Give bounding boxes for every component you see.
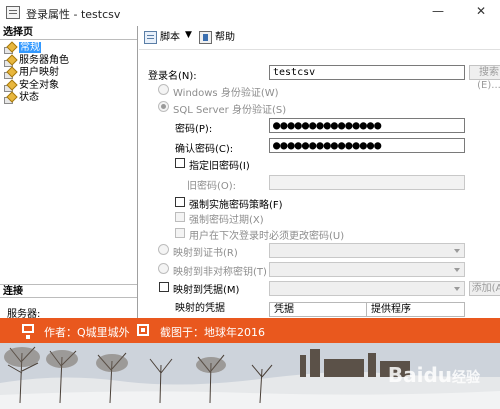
confirm-password-label: 确认密码(C): bbox=[175, 144, 234, 155]
specify-old-password-label: 指定旧密码(I) bbox=[189, 161, 250, 172]
screenshot-icon bbox=[137, 324, 149, 336]
login-name-label: 登录名(N): bbox=[148, 71, 197, 82]
baidu-watermark: Baidu经验 bbox=[388, 363, 480, 387]
certificate-select[interactable] bbox=[269, 243, 465, 258]
nav-item-label: 常规 bbox=[19, 42, 41, 53]
nav-item-server-roles[interactable]: 服务器角色 bbox=[4, 55, 69, 67]
nav-item-label: 服务器角色 bbox=[19, 55, 69, 66]
asymmetric-key-select[interactable] bbox=[269, 262, 465, 277]
nav-item-label: 状态 bbox=[19, 92, 39, 103]
help-label: 帮助 bbox=[215, 32, 235, 43]
map-credential-label: 映射到凭据(M) bbox=[173, 285, 240, 296]
add-button[interactable]: 添加(A) bbox=[469, 281, 500, 296]
window-icon bbox=[6, 6, 20, 19]
confirm-password-field[interactable]: ●●●●●●●●●●●●●●● bbox=[269, 138, 465, 153]
watermark-brand: Baidu bbox=[387, 363, 452, 387]
nav-item-user-mapping[interactable]: 用户映射 bbox=[4, 67, 59, 79]
password-label: 密码(P): bbox=[175, 124, 213, 135]
must-change-label: 用户在下次登录时必须更改密码(U) bbox=[189, 231, 345, 242]
password-field[interactable]: ●●●●●●●●●●●●●●● bbox=[269, 118, 465, 133]
help-button[interactable]: 帮助 bbox=[199, 31, 235, 45]
nav-item-label: 安全对象 bbox=[19, 80, 59, 91]
left-pane: 选择页 常规 服务器角色 用户映射 安全对象 状态 连接 服务器: bbox=[0, 26, 138, 320]
title-bar: 登录属性 - testcsv — ✕ bbox=[0, 0, 500, 26]
page-icon bbox=[4, 56, 15, 67]
sql-auth-label: SQL Server 身份验证(S) bbox=[173, 105, 287, 116]
map-asymmetric-key-radio[interactable] bbox=[158, 263, 169, 274]
connection-header: 连接 bbox=[0, 284, 137, 298]
grid-column-provider[interactable]: 提供程序 bbox=[366, 302, 465, 317]
page-icon bbox=[4, 68, 15, 79]
enforce-expiration-label: 强制密码过期(X) bbox=[189, 215, 264, 226]
nav-item-general[interactable]: 常规 bbox=[4, 42, 41, 54]
nav-item-status[interactable]: 状态 bbox=[4, 92, 39, 104]
specify-old-password-checkbox[interactable] bbox=[175, 158, 185, 168]
enforce-policy-label: 强制实施密码策略(F) bbox=[189, 200, 283, 211]
map-certificate-radio[interactable] bbox=[158, 244, 169, 255]
author-text: 作者：Q城里城外 bbox=[44, 326, 130, 339]
enforce-expiration-checkbox[interactable] bbox=[175, 212, 185, 222]
search-button[interactable]: 搜索(E)... bbox=[469, 65, 500, 91]
help-icon bbox=[199, 31, 212, 44]
enforce-policy-checkbox[interactable] bbox=[175, 197, 185, 207]
screenshot-text: 截图于：地球年2016 bbox=[160, 326, 265, 339]
old-password-field[interactable] bbox=[269, 175, 465, 190]
script-icon bbox=[144, 31, 157, 44]
close-button[interactable]: ✕ bbox=[476, 4, 486, 18]
login-name-field[interactable]: testcsv bbox=[269, 65, 465, 80]
page-icon bbox=[4, 81, 15, 92]
watermark-sub: 经验 bbox=[452, 370, 480, 386]
must-change-checkbox[interactable] bbox=[175, 228, 185, 238]
map-credential-checkbox[interactable] bbox=[159, 282, 169, 292]
windows-auth-radio[interactable] bbox=[158, 84, 169, 95]
grid-column-credential[interactable]: 凭据 bbox=[269, 302, 367, 317]
script-button[interactable]: 脚本 bbox=[144, 31, 180, 45]
page-icon bbox=[4, 43, 15, 54]
credential-select[interactable] bbox=[269, 281, 465, 296]
map-certificate-label: 映射到证书(R) bbox=[173, 248, 238, 259]
chevron-down-icon[interactable]: ▼ bbox=[185, 30, 192, 40]
old-password-label: 旧密码(O): bbox=[187, 181, 237, 192]
page-icon bbox=[4, 93, 15, 104]
script-label: 脚本 bbox=[160, 32, 180, 43]
mapped-credentials-label: 映射的凭据 bbox=[175, 303, 225, 314]
monitor-icon bbox=[22, 324, 34, 339]
map-asymmetric-key-label: 映射到非对称密钥(T) bbox=[173, 267, 267, 278]
window-title: 登录属性 - testcsv bbox=[26, 8, 121, 21]
sql-auth-radio[interactable] bbox=[158, 101, 169, 112]
landscape-photo: Baidu经验 bbox=[0, 343, 500, 409]
windows-auth-label: Windows 身份验证(W) bbox=[173, 88, 279, 99]
select-page-header: 选择页 bbox=[0, 26, 137, 40]
author-banner: 作者：Q城里城外 截图于：地球年2016 bbox=[0, 318, 500, 343]
nav-item-label: 用户映射 bbox=[19, 67, 59, 78]
minimize-button[interactable]: — bbox=[432, 4, 444, 18]
toolbar: 脚本 ▼ 帮助 bbox=[139, 26, 500, 50]
nav-item-securables[interactable]: 安全对象 bbox=[4, 80, 59, 92]
